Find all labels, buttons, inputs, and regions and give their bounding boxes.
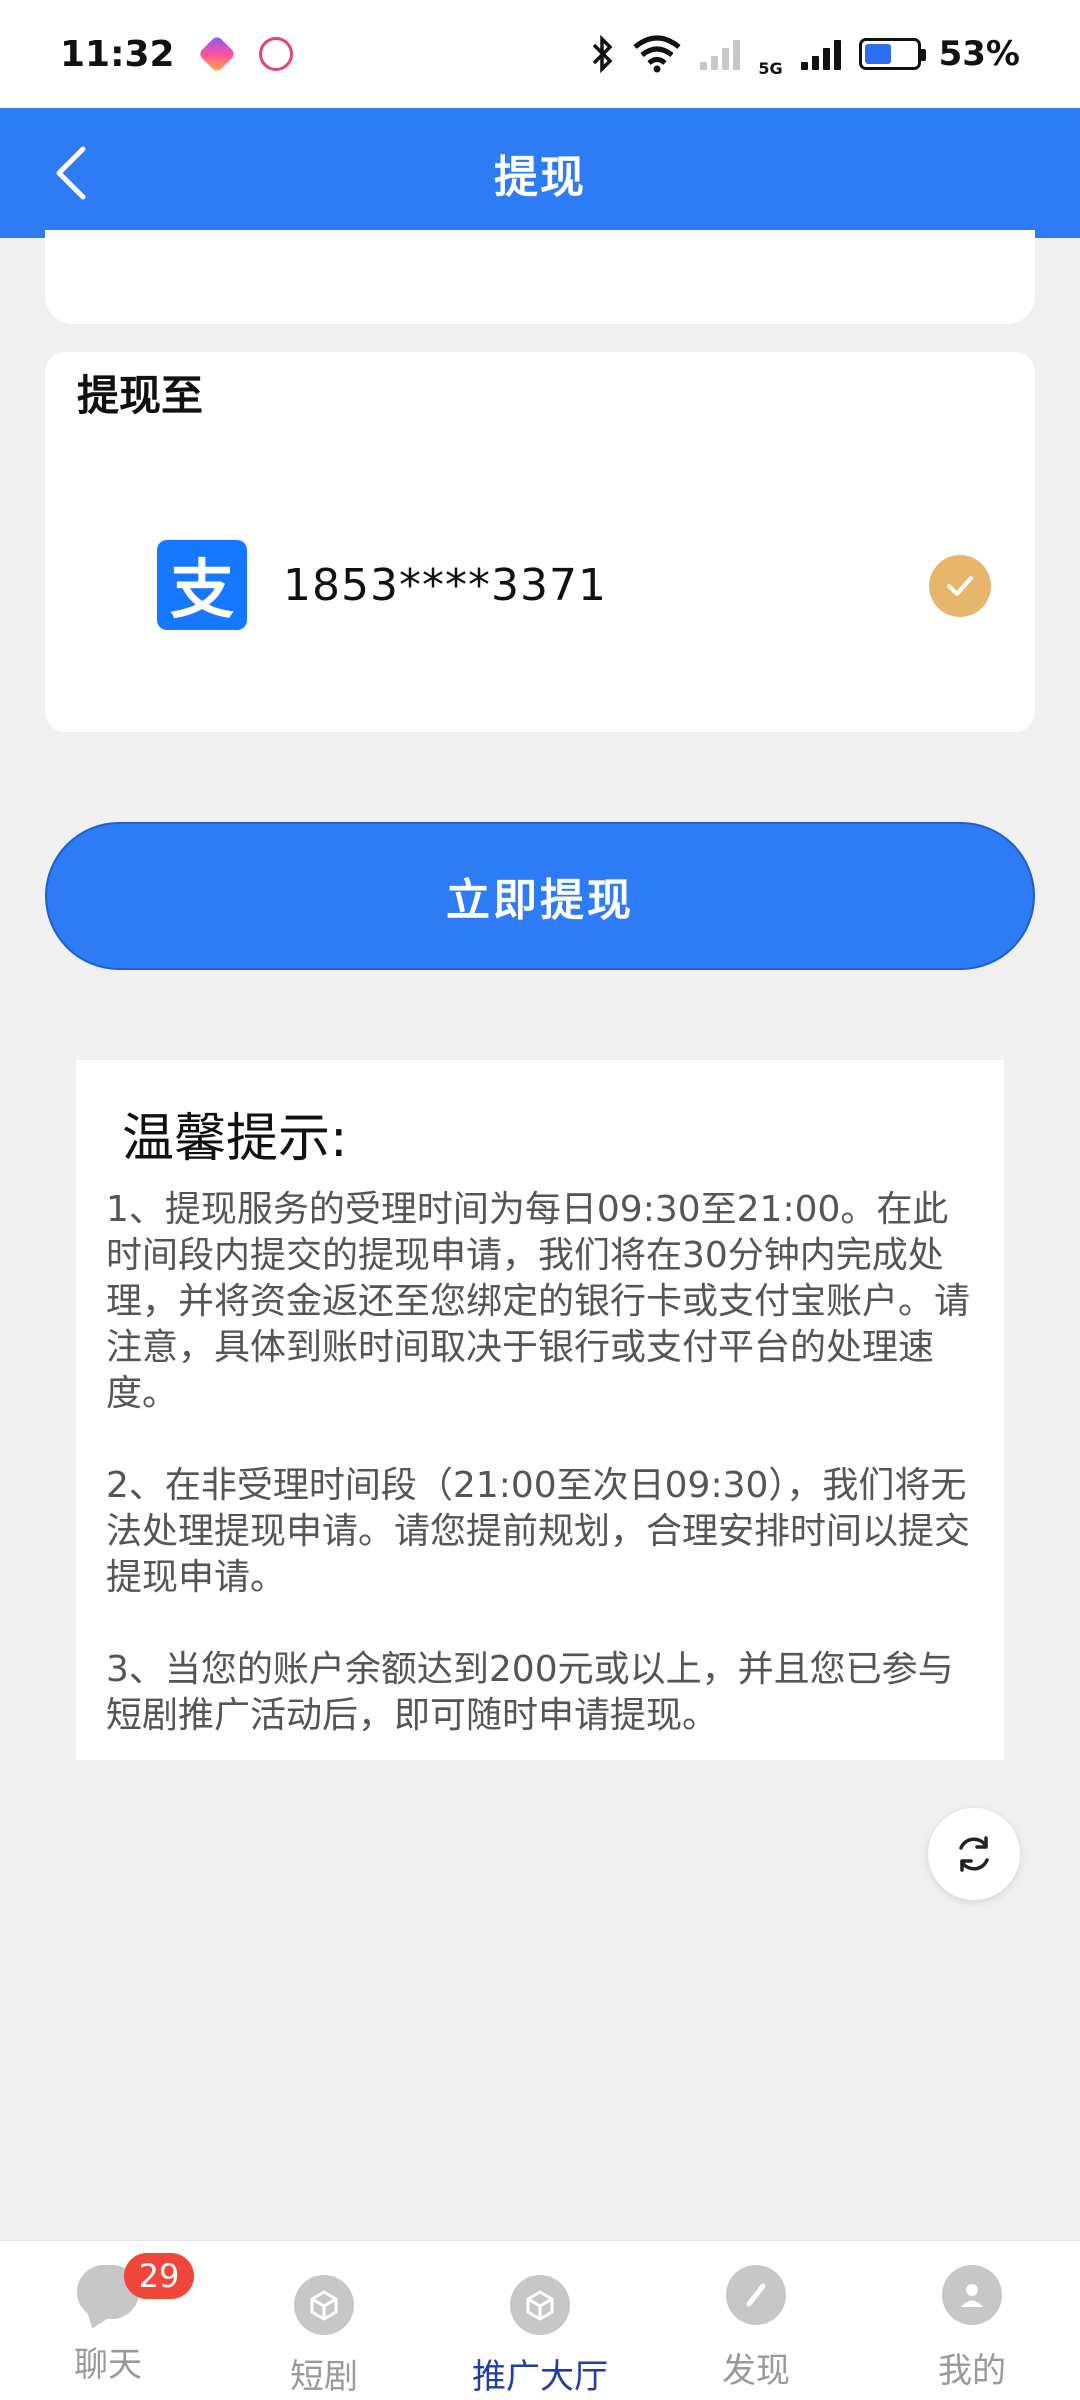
status-left: 11:32 xyxy=(60,34,293,75)
status-right: 5G 53% xyxy=(590,31,1020,78)
bottom-navigation: 29 聊天 短剧 推广大厅 发现 我的 xyxy=(0,2240,1080,2400)
box-icon xyxy=(294,2275,354,2335)
signal-icon-sim2 xyxy=(800,38,841,70)
nav-label: 发现 xyxy=(722,2351,790,2391)
box-icon xyxy=(510,2275,570,2335)
battery-fill xyxy=(864,44,892,64)
page-title: 提现 xyxy=(494,152,586,203)
unread-badge: 29 xyxy=(124,2253,194,2299)
alipay-icon: 支 xyxy=(157,540,247,630)
battery-icon xyxy=(858,38,926,70)
nav-item-short-drama[interactable]: 短剧 xyxy=(216,2241,432,2400)
tips-paragraph: 2、在非受理时间段（21:00至次日09:30），我们将无法处理提现申请。请您提… xyxy=(106,1465,971,1598)
app-notification-icon-2 xyxy=(258,37,293,71)
amount-card xyxy=(45,230,1035,324)
network-type: 5G xyxy=(758,58,783,78)
nav-item-me[interactable]: 我的 xyxy=(864,2241,1080,2400)
back-button[interactable] xyxy=(36,138,106,208)
user-icon xyxy=(942,2265,1002,2325)
nav-label: 我的 xyxy=(938,2351,1006,2391)
withdraw-to-card: 提现至 支 1853****3371 xyxy=(45,352,1035,732)
refresh-icon xyxy=(959,1836,989,1872)
nav-item-promotion-hall[interactable]: 推广大厅 xyxy=(432,2241,648,2400)
account-number: 1853****3371 xyxy=(283,559,607,611)
chevron-left-icon xyxy=(56,146,86,200)
status-bar: 11:32 5G 53% xyxy=(0,0,1080,108)
tips-title: 温馨提示: xyxy=(122,1109,348,1169)
nav-item-discover[interactable]: 发现 xyxy=(648,2241,864,2400)
app-notification-icon xyxy=(197,34,236,74)
wifi-icon xyxy=(633,35,681,73)
signal-icon-sim1 xyxy=(700,38,741,70)
withdraw-now-button[interactable]: 立即提现 xyxy=(45,822,1035,970)
page-header: 提现 xyxy=(0,108,1080,238)
nav-label: 推广大厅 xyxy=(472,2357,608,2397)
withdraw-to-title: 提现至 xyxy=(77,371,204,420)
tips-paragraph: 1、提现服务的受理时间为每日09:30至21:00。在此时间段内提交的提现申请，… xyxy=(106,1189,971,1414)
nav-label: 聊天 xyxy=(74,2345,142,2385)
account-option[interactable]: 支 1853****3371 xyxy=(157,540,1005,630)
tips-paragraph: 3、当您的账户余额达到200元或以上，并且您已参与短剧推广活动后，即可随时申请提… xyxy=(106,1649,954,1736)
checkmark-icon xyxy=(947,576,973,596)
bluetooth-icon xyxy=(593,35,613,73)
tips-card: 温馨提示: 1、提现服务的受理时间为每日09:30至21:00。在此时间段内提交… xyxy=(76,1060,1004,1760)
status-time: 11:32 xyxy=(60,33,175,75)
nav-label: 短剧 xyxy=(290,2357,358,2397)
compass-icon xyxy=(726,2265,786,2325)
check-icon[interactable] xyxy=(929,555,991,617)
nav-item-chat[interactable]: 29 聊天 xyxy=(0,2241,216,2400)
battery-percent: 53% xyxy=(938,34,1020,74)
refresh-button[interactable] xyxy=(928,1808,1020,1900)
